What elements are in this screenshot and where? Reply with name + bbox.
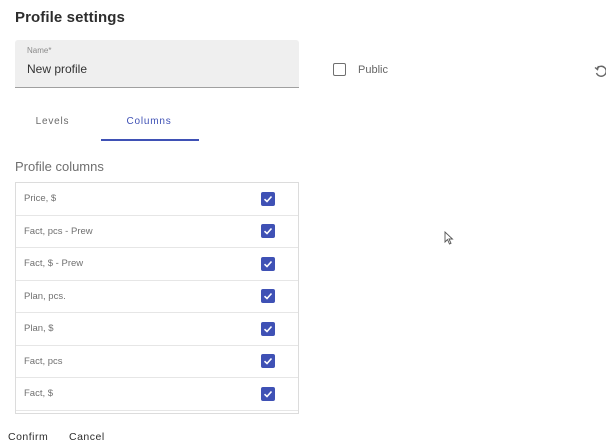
confirm-button[interactable]: Confirm [8, 431, 48, 443]
checkbox-checked-icon[interactable] [261, 224, 275, 239]
active-tab-indicator [101, 139, 199, 141]
tab-levels[interactable]: Levels [15, 112, 90, 142]
list-item-label: Fact, $ - Prew [24, 258, 84, 270]
profile-columns-title: Profile columns [15, 159, 104, 174]
checkbox-checked-icon[interactable] [261, 321, 275, 336]
mouse-cursor-icon [444, 231, 454, 245]
list-item[interactable]: Fact, $ [16, 378, 298, 411]
cancel-button[interactable]: Cancel [69, 431, 105, 443]
list-item[interactable]: Fact, pcs [16, 346, 298, 378]
list-item[interactable]: Fact, $ - Prew [16, 248, 298, 281]
name-input[interactable] [27, 62, 277, 76]
name-field[interactable]: Name* [15, 40, 299, 88]
checkbox-checked-icon[interactable] [261, 256, 275, 271]
page-title: Profile settings [15, 9, 125, 26]
list-item-label: Fact, pcs [24, 355, 63, 367]
checkbox-checked-icon[interactable] [261, 354, 275, 369]
list-item[interactable]: Plan, pcs. [16, 281, 298, 313]
public-checkbox[interactable] [333, 63, 346, 76]
list-item-label: Plan, $ [24, 323, 54, 335]
tab-columns[interactable]: Columns [100, 112, 198, 142]
checkbox-checked-icon[interactable] [261, 191, 275, 206]
checkbox-checked-icon[interactable] [261, 289, 275, 304]
reset-icon[interactable] [594, 64, 606, 78]
list-item-label: Plan, pcs. [24, 290, 66, 302]
list-item[interactable]: Plan, $ [16, 313, 298, 346]
checkbox-checked-icon[interactable] [261, 386, 275, 401]
list-item[interactable]: Fact, pcs - Prew [16, 216, 298, 248]
list-item-label: Price, $ [24, 193, 57, 205]
list-item-label: Fact, pcs - Prew [24, 225, 93, 237]
public-checkbox-label: Public [358, 63, 388, 76]
profile-columns-list[interactable]: Price, $ Fact, pcs - Prew Fact, $ - Prew… [15, 182, 299, 414]
name-field-label: Name* [27, 46, 52, 55]
tab-bar: Levels Columns [15, 112, 199, 142]
public-checkbox-wrap[interactable]: Public [333, 63, 388, 76]
list-item[interactable]: Price, $ [16, 183, 298, 216]
list-item-label: Fact, $ [24, 388, 54, 400]
